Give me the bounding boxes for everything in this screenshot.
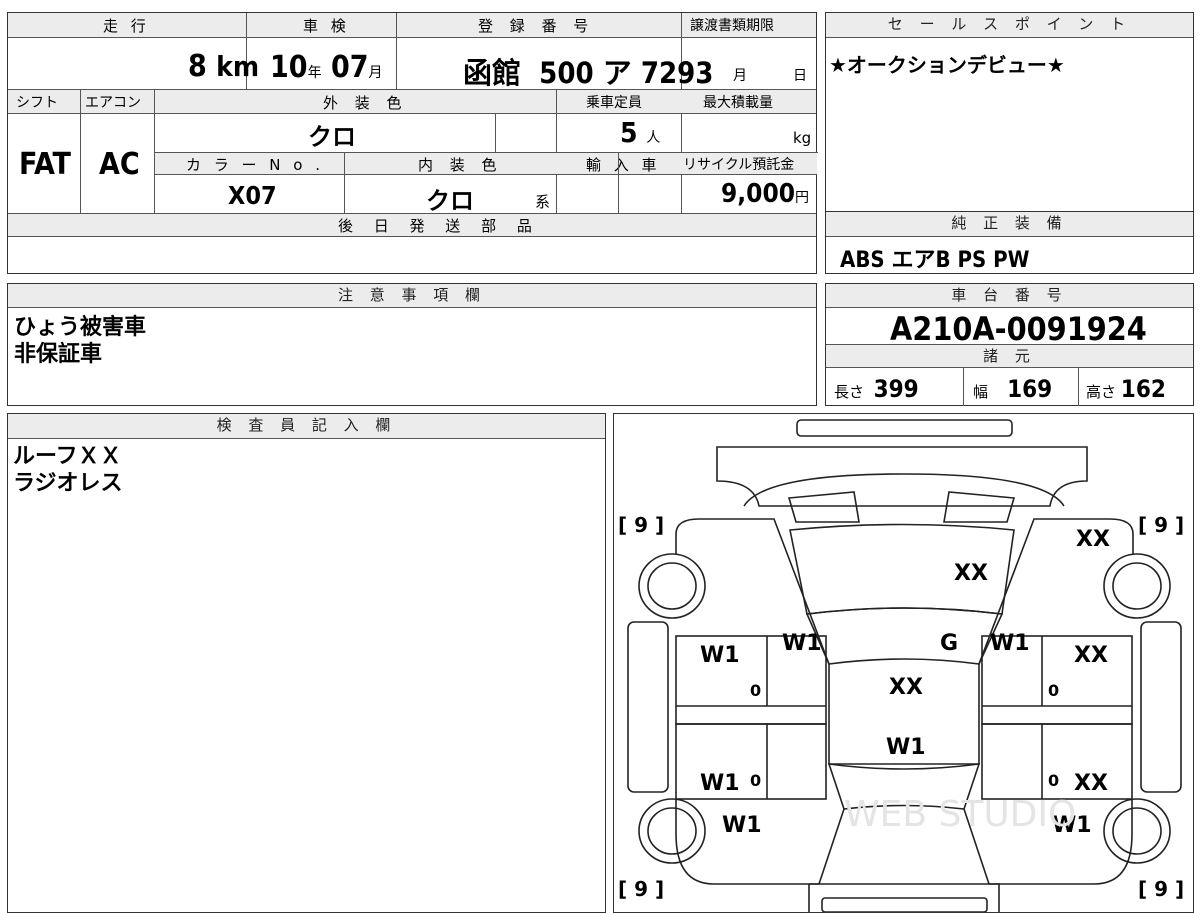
tire-rear-left-label: [ 9 ]	[618, 877, 664, 901]
mark-rear-left-quarter-glass: W1	[722, 813, 762, 838]
mark-front-left-door-glass: W1	[700, 643, 740, 668]
caution-box: 注 意 事 項 欄 ひょう被害車 非保証車	[7, 283, 817, 406]
registration-value: 函館 500 ア 7293	[463, 56, 714, 90]
mark-front-right-door: XX	[1074, 643, 1108, 668]
mark-zero-rear-right: 0	[1048, 771, 1059, 790]
max-load-header: 最大積載量	[703, 95, 773, 111]
tire-front-right-label: [ 9 ]	[1138, 513, 1184, 537]
mark-hood: XX	[954, 561, 988, 586]
shaken-header: 車 検	[303, 17, 350, 35]
damage-diagram-box: [ 9 ] [ 9 ] [ 9 ] [ 9 ] XX XX W1 G W1 W1…	[613, 413, 1194, 913]
specs-header: 諸 元	[983, 347, 1036, 365]
tire-front-left-label: [ 9 ]	[618, 513, 664, 537]
exterior-color-header: 外 装 色	[323, 94, 408, 112]
chassis-number: A210A-0091924	[890, 310, 1147, 348]
spec-width: 幅 169	[973, 375, 1053, 403]
interior-color-value: クロ	[426, 187, 474, 215]
mark-rear-glass: W1	[886, 735, 926, 760]
capacity-value: 5 人	[620, 116, 661, 149]
capacity-header: 乗車定員	[586, 95, 642, 111]
exterior-color-value: クロ	[308, 123, 356, 151]
max-load-unit: kg	[793, 129, 812, 147]
sales-points-box: セ ー ル ス ポ イ ン ト ★オークションデビュー★	[825, 12, 1194, 212]
mark-zero-front-right: 0	[1048, 681, 1059, 700]
mark-front-right-fender: XX	[1076, 527, 1110, 552]
inspector-line-1: ルーフＸＸ	[13, 444, 122, 469]
tire-rear-right-label: [ 9 ]	[1138, 877, 1184, 901]
shift-value: FAT	[19, 147, 71, 182]
interior-color-header: 内 装 色	[418, 156, 503, 174]
caution-line-2: 非保証車	[14, 342, 103, 367]
mark-roof: XX	[889, 675, 923, 700]
inspector-box: 検 査 員 記 入 欄 ルーフＸＸ ラジオレス	[7, 413, 606, 913]
mark-zero-front-left: 0	[750, 681, 761, 700]
inspector-header: 検 査 員 記 入 欄	[216, 416, 397, 434]
spec-length: 長さ 399	[834, 375, 919, 403]
color-no-value: X07	[228, 181, 277, 210]
mark-windshield-center: G	[940, 631, 958, 656]
transfer-deadline-header: 譲渡書類期限	[690, 18, 774, 34]
aircon-header: エアコン	[85, 95, 141, 111]
genuine-equipment-box: 純 正 装 備 ABS エアB PS PW	[825, 211, 1194, 274]
transfer-day-unit: 日	[793, 68, 807, 84]
mark-windshield-left: W1	[782, 631, 822, 656]
registration-header: 登 録 番 号	[478, 17, 595, 35]
mark-rear-right-door: XX	[1074, 771, 1108, 796]
sales-points-header: セ ー ル ス ポ イ ン ト	[887, 15, 1132, 33]
shaken-value: 10年 07月	[270, 50, 383, 85]
mark-rear-left-door-glass: W1	[700, 771, 740, 796]
chassis-header: 車 台 番 号	[951, 286, 1068, 304]
mileage-header: 走 行	[103, 17, 150, 35]
recycle-fee-header: リサイクル預託金	[683, 157, 795, 173]
inspector-line-2: ラジオレス	[13, 471, 123, 496]
genuine-equipment-header: 純 正 装 備	[951, 214, 1068, 232]
caution-line-1: ひょう被害車	[14, 315, 147, 340]
recycle-fee-value: 9,000円	[721, 179, 809, 209]
interior-color-suffix: 系	[535, 193, 551, 211]
later-parts-header: 後 日 発 送 部 品	[338, 217, 540, 235]
transfer-month-unit: 月	[733, 68, 747, 84]
color-no-header: カ ラ ー N o .	[186, 156, 325, 174]
shift-header: シフト	[16, 95, 58, 111]
watermark: WEB STUDIO	[844, 794, 1076, 835]
caution-header: 注 意 事 項 欄	[337, 286, 487, 304]
sales-points-text: ★オークションデビュー★	[829, 53, 1065, 77]
mark-zero-rear-left: 0	[750, 771, 761, 790]
mileage-value: 8 km	[188, 49, 260, 84]
mark-windshield-right: W1	[990, 631, 1030, 656]
aircon-value: AC	[99, 147, 140, 182]
chassis-box: 車 台 番 号 A210A-0091924 諸 元 長さ 399 幅 169 高…	[825, 283, 1194, 406]
spec-height: 高さ 162	[1086, 375, 1166, 403]
import-header: 輸 入 車	[586, 156, 661, 174]
vehicle-info-table: 走 行 車 検 登 録 番 号 譲渡書類期限 8 km 10年 07月 函館 5…	[7, 12, 818, 274]
car-diagram: [ 9 ] [ 9 ] [ 9 ] [ 9 ] XX XX W1 G W1 W1…	[618, 419, 1184, 912]
genuine-equipment-text: ABS エアB PS PW	[840, 248, 1030, 273]
